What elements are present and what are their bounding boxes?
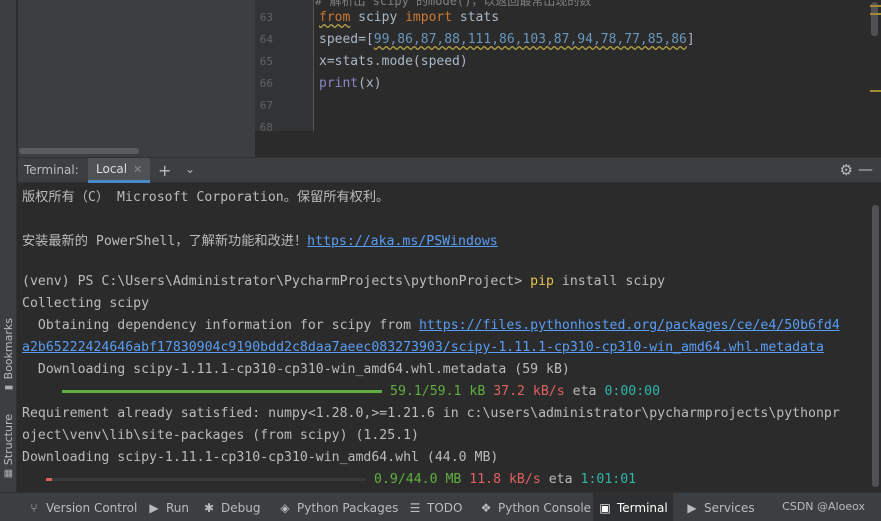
code-line-63: from scipy import stats — [319, 10, 500, 25]
terminal-output[interactable]: 版权所有（C） Microsoft Corporation。保留所有权利。 安装… — [18, 183, 861, 492]
list-icon: ☰ — [409, 500, 421, 515]
metadata-progress-track — [62, 390, 382, 393]
terminal-scroll-thumb[interactable] — [872, 205, 879, 487]
todo-button[interactable]: ☰ TODO — [403, 493, 467, 521]
services-icon: ▶ — [687, 500, 697, 515]
bug-icon: ✱ — [203, 500, 215, 515]
python-icon: ❖ — [480, 500, 492, 515]
metadata-progress-fill — [62, 390, 382, 393]
code-comment: # 解析出 scipy 的mode()，以返回最常出现的数 — [315, 0, 592, 8]
tab-local[interactable]: Local ✕ — [88, 158, 151, 183]
package-link[interactable]: https://files.pythonhosted.org/packages/… — [419, 318, 840, 333]
line-number: 63 — [259, 11, 273, 24]
structure-icon: ▦ — [2, 468, 14, 479]
line-number: 64 — [259, 33, 273, 46]
python-packages-label: Python Packages — [297, 500, 399, 515]
editor-scroll-thumb[interactable] — [871, 2, 878, 36]
structure-tab[interactable]: Structure ▦ — [0, 414, 17, 479]
debug-label: Debug — [221, 500, 261, 515]
terminal-line: a2b65222424646abf17830904c9190bdd2c8daa7… — [22, 340, 824, 355]
terminal-label: Terminal — [617, 500, 668, 515]
terminal-header: Terminal: Local ✕ + ⌄ ⚙ — — [18, 157, 881, 183]
terminal-line: Downloading scipy-1.11.1-cp310-cp310-win… — [22, 362, 570, 377]
whl-progress-text: 0.9/44.0 MB 11.8 kB/s eta 1:01:01 — [374, 472, 637, 487]
terminal-line: Obtaining dependency information for sci… — [22, 318, 840, 333]
gutter-divider — [313, 0, 314, 131]
terminal-line: Requirement already satisfied: numpy<1.2… — [22, 406, 840, 421]
close-icon[interactable]: ✕ — [133, 163, 142, 176]
plus-icon[interactable]: + — [158, 161, 171, 180]
metadata-progress-text: 59.1/59.1 kB 37.2 kB/s eta 0:00:00 — [390, 384, 661, 399]
line-number: 67 — [259, 99, 273, 112]
project-horizontal-scrollbar[interactable] — [19, 148, 139, 154]
terminal-prompt-line: (venv) PS C:\Users\Administrator\Pycharm… — [22, 274, 666, 289]
terminal-icon: ▣ — [599, 500, 611, 515]
services-label: Services — [704, 500, 755, 515]
code-line-64: speed=[99,86,87,88,111,86,103,87,94,78,7… — [319, 32, 695, 47]
editor-bottom-area — [255, 131, 861, 157]
code-line-66: print(x) — [319, 76, 382, 91]
warning-marker[interactable] — [870, 5, 881, 7]
project-pane — [18, 0, 255, 157]
package-link[interactable]: a2b65222424646abf17830904c9190bdd2c8daa7… — [22, 340, 824, 355]
version-control-button[interactable]: ⑂ Version Control — [22, 493, 142, 521]
services-button[interactable]: ▶ Services — [680, 493, 760, 521]
editor-vertical-scrollbar[interactable] — [861, 0, 881, 157]
tab-local-label: Local — [96, 162, 128, 176]
layers-icon: ◈ — [280, 500, 290, 515]
powershell-link[interactable]: https://aka.ms/PSWindows — [307, 234, 498, 249]
warning-marker[interactable] — [870, 90, 881, 92]
tool-window-bar: ⑂ Version Control ▶ Run ✱ Debug ◈ Python… — [0, 492, 881, 521]
watermark-credit: CSDN @Aloeox — [782, 500, 865, 513]
terminal-line: Downloading scipy-1.11.1-cp310-cp310-win… — [22, 450, 499, 465]
terminal-line: oject\venv\lib\site-packages (from scipy… — [22, 428, 419, 443]
warning-marker[interactable] — [870, 13, 881, 15]
bookmarks-label: Bookmarks — [2, 318, 15, 380]
todo-label: TODO — [427, 500, 463, 515]
structure-label: Structure — [2, 414, 15, 466]
line-number: 65 — [259, 55, 273, 68]
whl-progress-track — [46, 478, 366, 481]
minimize-icon[interactable]: — — [858, 160, 873, 178]
run-label: Run — [166, 500, 190, 515]
bookmark-icon: ▮ — [2, 385, 14, 391]
version-control-label: Version Control — [46, 500, 138, 515]
gear-icon[interactable]: ⚙ — [840, 161, 853, 179]
branch-icon: ⑂ — [30, 500, 38, 515]
terminal-title: Terminal: — [24, 163, 79, 177]
python-console-button[interactable]: ❖ Python Console — [474, 493, 596, 521]
whl-progress-fill — [46, 478, 53, 481]
line-number: 68 — [259, 121, 273, 131]
python-packages-button[interactable]: ◈ Python Packages — [273, 493, 403, 521]
run-button[interactable]: ▶ Run — [142, 493, 194, 521]
terminal-vertical-scrollbar[interactable] — [861, 183, 881, 492]
terminal-line: 安装最新的 PowerShell，了解新功能和改进！https://aka.ms… — [22, 234, 498, 249]
code-line-65: x=stats.mode(speed) — [319, 54, 468, 69]
terminal-line: 版权所有（C） Microsoft Corporation。保留所有权利。 — [22, 190, 390, 205]
play-icon: ▶ — [149, 500, 159, 515]
debug-button[interactable]: ✱ Debug — [197, 493, 265, 521]
left-tool-strip: Bookmarks ▮ Structure ▦ — [0, 0, 17, 492]
terminal-button[interactable]: ▣ Terminal — [593, 493, 673, 521]
editor-gutter: 63 64 65 66 67 68 — [255, 0, 313, 131]
code-editor[interactable]: 63 64 65 66 67 68 # 解析出 scipy 的mode()，以返… — [255, 0, 861, 131]
python-console-label: Python Console — [498, 500, 592, 515]
line-number: 66 — [259, 77, 273, 90]
terminal-line: Collecting scipy — [22, 296, 150, 311]
bookmarks-tab[interactable]: Bookmarks ▮ — [0, 318, 17, 393]
chevron-down-icon[interactable]: ⌄ — [185, 162, 195, 176]
